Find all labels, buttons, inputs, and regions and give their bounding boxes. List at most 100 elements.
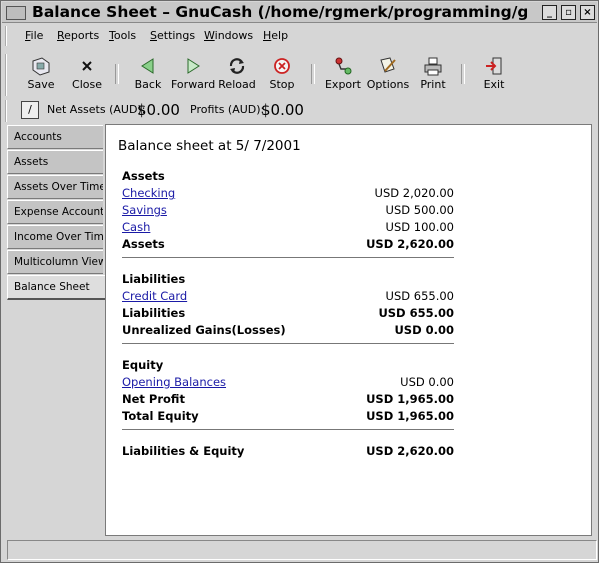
summary-toggle-icon[interactable]: / xyxy=(21,101,39,119)
save-icon xyxy=(19,54,63,78)
tab-multicolumn-view[interactable]: Multicolumn View xyxy=(7,250,103,274)
toolbar-separator xyxy=(311,64,315,84)
total-equity-amount: USD 1,965.00 xyxy=(366,409,454,423)
assets-header: Assets xyxy=(122,169,165,183)
total-equity-label: Total Equity xyxy=(122,409,199,423)
minimize-icon[interactable]: _ xyxy=(542,5,557,20)
forward-button[interactable]: Forward xyxy=(171,54,215,92)
table-row: Liabilities & Equity USD 2,620.00 xyxy=(122,443,454,460)
tab-accounts[interactable]: Accounts xyxy=(7,125,103,149)
liabilities-total: USD 655.00 xyxy=(378,306,454,320)
divider xyxy=(122,425,454,435)
liabilities-equity-label: Liabilities & Equity xyxy=(122,444,245,458)
table-row: Liabilities xyxy=(122,271,454,288)
cash-link[interactable]: Cash xyxy=(122,219,150,236)
savings-link[interactable]: Savings xyxy=(122,202,167,219)
stop-button[interactable]: Stop xyxy=(260,54,304,92)
table-row: Equity xyxy=(122,357,454,374)
table-row: Credit Card USD 655.00 xyxy=(122,288,454,305)
close-window-icon[interactable]: × xyxy=(580,5,595,20)
summarybar-grip[interactable] xyxy=(5,100,13,122)
close-icon xyxy=(65,54,109,78)
savings-amount: USD 500.00 xyxy=(385,203,454,217)
profits-value: $0.00 xyxy=(261,101,304,119)
table-row: Net Profit USD 1,965.00 xyxy=(122,391,454,408)
liabilities-equity-total: USD 2,620.00 xyxy=(366,444,454,458)
window-title: Balance Sheet – GnuCash (/home/rgmerk/pr… xyxy=(32,3,527,21)
menu-reports[interactable]: Reports xyxy=(57,26,99,46)
status-bar xyxy=(7,540,597,560)
menu-windows[interactable]: Windows xyxy=(204,26,253,46)
stop-icon xyxy=(260,54,304,78)
toolbar: Save Close Back Forward Reload Stop Expo… xyxy=(15,54,595,96)
window-menu-icon[interactable] xyxy=(6,6,26,20)
net-assets-value: $0.00 xyxy=(137,101,180,119)
export-button[interactable]: Export xyxy=(321,54,365,92)
menu-help[interactable]: Help xyxy=(263,26,288,46)
credit-card-amount: USD 655.00 xyxy=(385,289,454,303)
menu-file[interactable]: File xyxy=(25,26,43,46)
table-row: Total Equity USD 1,965.00 xyxy=(122,408,454,425)
tab-assets-over-time[interactable]: Assets Over Time xyxy=(7,175,103,199)
menu-settings[interactable]: Settings xyxy=(150,26,195,46)
table-row: Opening Balances USD 0.00 xyxy=(122,374,454,391)
equity-header: Equity xyxy=(122,358,164,372)
table-row: Unrealized Gains(Losses) USD 0.00 xyxy=(122,322,454,339)
liabilities-header: Liabilities xyxy=(122,272,186,286)
report-tabs: Accounts Assets Assets Over Time Expense… xyxy=(7,125,106,301)
forward-arrow-icon xyxy=(171,54,215,78)
divider xyxy=(122,339,454,349)
credit-card-link[interactable]: Credit Card xyxy=(122,288,187,305)
menu-tools[interactable]: Tools xyxy=(109,26,136,46)
opening-balances-amount: USD 0.00 xyxy=(400,375,454,389)
report-view[interactable]: Balance sheet at 5/ 7/2001 Assets Checki… xyxy=(105,124,592,536)
toolbar-grip[interactable] xyxy=(5,54,13,96)
net-profit-label: Net Profit xyxy=(122,392,185,406)
reload-icon xyxy=(215,54,259,78)
back-button[interactable]: Back xyxy=(126,54,170,92)
net-profit-amount: USD 1,965.00 xyxy=(366,392,454,406)
net-assets-label: Net Assets (AUD): xyxy=(47,103,146,116)
save-button[interactable]: Save xyxy=(19,54,63,92)
table-row: Assets xyxy=(122,168,454,185)
menubar-grip[interactable] xyxy=(5,26,13,46)
reload-button[interactable]: Reload xyxy=(215,54,259,92)
close-button[interactable]: Close xyxy=(65,54,109,92)
balance-sheet-table: Assets Checking USD 2,020.00 Savings USD 5… xyxy=(122,168,454,460)
options-button[interactable]: Options xyxy=(366,54,410,92)
profits-label: Profits (AUD): xyxy=(190,103,265,116)
tab-income-over-time[interactable]: Income Over Time xyxy=(7,225,103,249)
summary-bar: / Net Assets (AUD): $0.00 Profits (AUD):… xyxy=(15,100,595,122)
exit-door-icon xyxy=(472,54,516,78)
checking-link[interactable]: Checking xyxy=(122,185,175,202)
export-icon xyxy=(321,54,365,78)
tab-expense-accounts[interactable]: Expense Accounts xyxy=(7,200,103,224)
gnucash-window: Balance Sheet – GnuCash (/home/rgmerk/pr… xyxy=(0,0,599,563)
unrealized-label: Unrealized Gains(Losses) xyxy=(122,323,286,337)
tab-balance-sheet[interactable]: Balance Sheet xyxy=(7,275,106,300)
table-row: Checking USD 2,020.00 xyxy=(122,185,454,202)
assets-total: USD 2,620.00 xyxy=(366,237,454,251)
options-icon xyxy=(366,54,410,78)
assets-total-label: Assets xyxy=(122,237,165,251)
tab-assets[interactable]: Assets xyxy=(7,150,103,174)
exit-button[interactable]: Exit xyxy=(472,54,516,92)
maximize-icon[interactable]: ▫ xyxy=(561,5,576,20)
back-arrow-icon xyxy=(126,54,170,78)
title-bar[interactable]: Balance Sheet – GnuCash (/home/rgmerk/pr… xyxy=(2,2,597,23)
liabilities-total-label: Liabilities xyxy=(122,306,186,320)
divider xyxy=(122,253,454,263)
toolbar-separator xyxy=(115,64,119,84)
table-row: Savings USD 500.00 xyxy=(122,202,454,219)
table-row: Assets USD 2,620.00 xyxy=(122,236,454,253)
checking-amount: USD 2,020.00 xyxy=(374,186,454,200)
unrealized-amount: USD 0.00 xyxy=(394,323,454,337)
table-row: Liabilities USD 655.00 xyxy=(122,305,454,322)
toolbar-separator xyxy=(461,64,465,84)
printer-icon xyxy=(411,54,455,78)
print-button[interactable]: Print xyxy=(411,54,455,92)
table-row: Cash USD 100.00 xyxy=(122,219,454,236)
report-title: Balance sheet at 5/ 7/2001 xyxy=(118,138,301,154)
cash-amount: USD 100.00 xyxy=(385,220,454,234)
opening-balances-link[interactable]: Opening Balances xyxy=(122,374,226,391)
